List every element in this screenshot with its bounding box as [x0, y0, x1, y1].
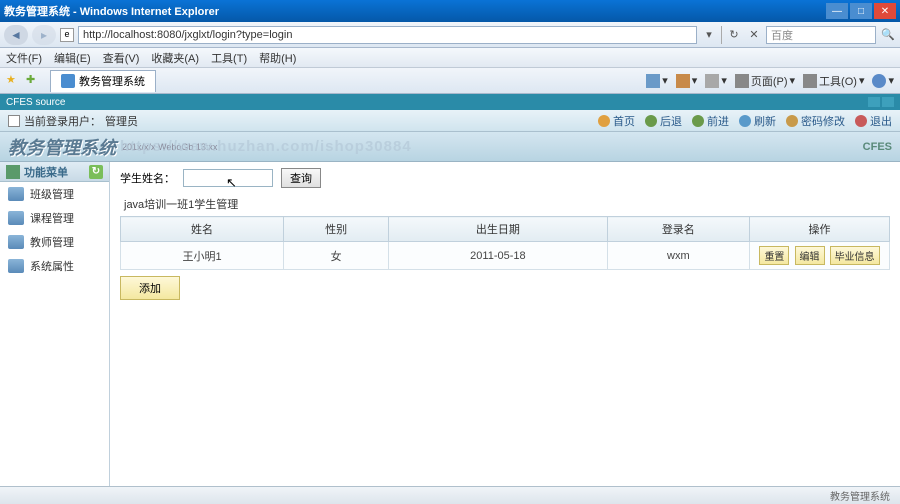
add-favorite-icon[interactable]: ✚ — [26, 73, 42, 89]
cfes-min-icon[interactable] — [868, 97, 880, 107]
panel-title: java培训一班1学生管理 — [120, 196, 890, 212]
ie-feed-button[interactable]: ▾ — [676, 74, 698, 88]
add-button[interactable]: 添加 — [120, 276, 180, 300]
table-header-row: 姓名 性别 出生日期 登录名 操作 — [121, 217, 890, 242]
cfes-header-text: CFES source — [6, 97, 65, 108]
search-icon[interactable]: 🔍 — [880, 27, 896, 43]
cell-birth: 2011-05-18 — [389, 242, 607, 270]
url-input[interactable]: http://localhost:8080/jxglxt/login?type=… — [78, 26, 697, 44]
op-graduate[interactable]: 毕业信息 — [830, 246, 880, 265]
page-icon: e — [60, 28, 74, 42]
student-name-input[interactable] — [183, 169, 273, 187]
cell-ops: 重置 编辑 毕业信息 — [750, 242, 890, 270]
browser-navbar: ◄ ▸ e http://localhost:8080/jxglxt/login… — [0, 22, 900, 48]
col-gender: 性别 — [284, 217, 389, 242]
cell-login: wxm — [607, 242, 749, 270]
menu-favorites[interactable]: 收藏夹(A) — [151, 50, 199, 66]
menu-help[interactable]: 帮助(H) — [259, 50, 296, 66]
op-edit[interactable]: 编辑 — [795, 246, 825, 265]
cell-name: 王小明1 — [121, 242, 284, 270]
search-button[interactable]: 查询 — [281, 168, 321, 188]
window-title: 教务管理系统 - Windows Internet Explorer — [4, 3, 826, 19]
close-button[interactable]: ✕ — [874, 3, 896, 19]
action-home[interactable]: 首页 — [598, 113, 635, 129]
window-titlebar: 教务管理系统 - Windows Internet Explorer — □ ✕ — [0, 0, 900, 22]
favorites-star-icon[interactable]: ★ — [6, 73, 22, 89]
ie-home-button[interactable]: ▾ — [646, 74, 668, 88]
ie-help-button[interactable]: ▾ — [872, 74, 894, 88]
stop-icon[interactable]: ✕ — [746, 27, 762, 43]
ie-tools-button[interactable]: 工具(O)▾ — [803, 73, 864, 89]
search-label: 学生姓名： — [120, 170, 175, 186]
forward-button[interactable]: ▸ — [32, 25, 56, 45]
app-toolbar: 当前登录用户： 管理员 首页 后退 前进 刷新 密码修改 退出 — [0, 110, 900, 132]
sidebar-title: 功能菜单 ↻ — [0, 162, 109, 182]
cell-gender: 女 — [284, 242, 389, 270]
sidebar-item-class[interactable]: 班级管理 — [0, 182, 109, 206]
url-dropdown-icon[interactable]: ▾ — [701, 27, 717, 43]
action-forward[interactable]: 前进 — [692, 113, 729, 129]
system-icon — [8, 259, 24, 273]
tab-title: 教务管理系统 — [79, 73, 145, 89]
sidebar-item-teacher[interactable]: 教师管理 — [0, 230, 109, 254]
status-text: 教务管理系统 — [830, 488, 890, 503]
refresh-icon[interactable]: ↻ — [726, 27, 742, 43]
action-back[interactable]: 后退 — [645, 113, 682, 129]
menu-edit[interactable]: 编辑(E) — [54, 50, 91, 66]
course-icon — [8, 211, 24, 225]
current-user-label: 当前登录用户： — [24, 113, 101, 129]
col-login: 登录名 — [607, 217, 749, 242]
menu-tools[interactable]: 工具(T) — [211, 50, 247, 66]
cfes-max-icon[interactable] — [882, 97, 894, 107]
sidebar-refresh-icon[interactable]: ↻ — [89, 165, 103, 179]
action-logout[interactable]: 退出 — [855, 113, 892, 129]
cfes-header: CFES source — [0, 94, 900, 110]
watermark-text: https://waw.huzhan.com/ishop30884 — [120, 138, 412, 155]
sidebar-item-course[interactable]: 课程管理 — [0, 206, 109, 230]
cfes-label: CFES — [863, 141, 892, 153]
sidebar-item-system[interactable]: 系统属性 — [0, 254, 109, 278]
app-logo: 教务管理系统 — [8, 134, 116, 160]
col-birth: 出生日期 — [389, 217, 607, 242]
student-table: 姓名 性别 出生日期 登录名 操作 王小明1 女 2011-05-18 wxm … — [120, 216, 890, 270]
user-icon — [8, 115, 20, 127]
table-row: 王小明1 女 2011-05-18 wxm 重置 编辑 毕业信息 — [121, 242, 890, 270]
col-name: 姓名 — [121, 217, 284, 242]
ie-mail-button[interactable]: ▾ — [705, 74, 727, 88]
maximize-button[interactable]: □ — [850, 3, 872, 19]
col-ops: 操作 — [750, 217, 890, 242]
main-content: 学生姓名： 查询 java培训一班1学生管理 姓名 性别 出生日期 登录名 操作… — [110, 162, 900, 504]
app-title-bar: 教务管理系统 201x/x/x WeboGb 13:xx https://waw… — [0, 132, 900, 162]
ie-tabbar: ★ ✚ 教务管理系统 ▾ ▾ ▾ 页面(P)▾ 工具(O)▾ ▾ — [0, 68, 900, 94]
current-user-value: 管理员 — [105, 113, 138, 129]
class-icon — [8, 187, 24, 201]
sidebar: 功能菜单 ↻ 班级管理 课程管理 教师管理 系统属性 — [0, 162, 110, 504]
tab-favicon — [61, 74, 75, 88]
op-reset[interactable]: 重置 — [759, 246, 789, 265]
browser-menubar: 文件(F) 编辑(E) 查看(V) 收藏夹(A) 工具(T) 帮助(H) — [0, 48, 900, 68]
browser-tab[interactable]: 教务管理系统 — [50, 70, 156, 92]
browser-search-input[interactable]: 百度 — [766, 26, 876, 44]
ie-page-button[interactable]: 页面(P)▾ — [735, 73, 795, 89]
teacher-icon — [8, 235, 24, 249]
action-password[interactable]: 密码修改 — [786, 113, 845, 129]
action-refresh[interactable]: 刷新 — [739, 113, 776, 129]
statusbar: 教务管理系统 — [0, 486, 900, 504]
menu-view[interactable]: 查看(V) — [103, 50, 140, 66]
minimize-button[interactable]: — — [826, 3, 848, 19]
back-button[interactable]: ◄ — [4, 25, 28, 45]
menu-icon — [6, 165, 20, 179]
menu-file[interactable]: 文件(F) — [6, 50, 42, 66]
